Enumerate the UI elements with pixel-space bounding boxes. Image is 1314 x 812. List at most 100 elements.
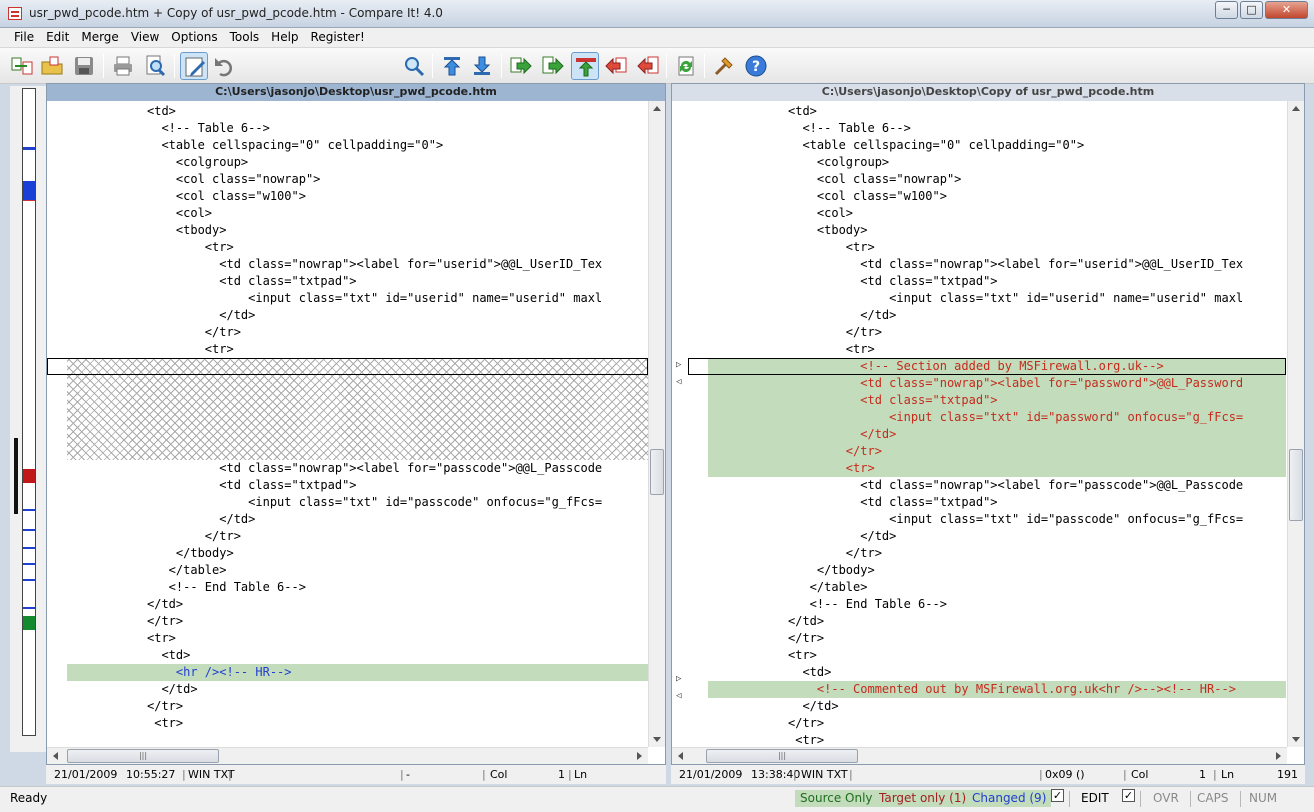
right-code-line[interactable]: <input class="txt" id="password" onfocus… <box>672 409 1286 426</box>
left-code-line[interactable]: </tr> <box>47 698 648 715</box>
menu-options[interactable]: Options <box>165 28 223 44</box>
left-code-line[interactable]: <tr> <box>47 239 648 256</box>
right-code-line[interactable]: <td class="txtpad"> <box>672 494 1286 511</box>
left-code-line[interactable]: </tr> <box>47 324 648 341</box>
left-code-line[interactable] <box>47 426 648 443</box>
right-code-line[interactable]: <td class="txtpad"> <box>672 392 1286 409</box>
left-code-line[interactable]: </td> <box>47 511 648 528</box>
target-only-badge[interactable]: Target only (1) <box>874 790 972 807</box>
menu-merge[interactable]: Merge <box>75 28 124 44</box>
diff-gutter-arrow-icon[interactable]: ◁ <box>676 377 681 387</box>
right-code-line[interactable]: <td class="nowrap"><label for="userid">@… <box>672 256 1286 273</box>
left-code-line[interactable] <box>47 443 648 460</box>
left-code-line[interactable]: <input class="txt" id="userid" name="use… <box>47 290 648 307</box>
difference-overview[interactable] <box>10 86 46 752</box>
right-code-line[interactable]: <td class="nowrap"><label for="password"… <box>672 375 1286 392</box>
menu-tools[interactable]: Tools <box>224 28 266 44</box>
left-code-line[interactable]: <!-- End Table 6--> <box>47 579 648 596</box>
right-hscroll-thumb[interactable]: ||| <box>706 749 858 763</box>
close-button[interactable]: ✕ <box>1265 1 1308 19</box>
right-horizontal-scrollbar[interactable]: ||| <box>672 747 1287 764</box>
refresh-icon[interactable] <box>672 52 700 80</box>
left-code-line[interactable]: <!-- Table 6--> <box>47 120 648 137</box>
find-icon[interactable] <box>400 52 428 80</box>
left-code-line[interactable]: <td> <box>47 647 648 664</box>
print-preview-icon[interactable] <box>141 52 169 80</box>
copy-left-icon[interactable] <box>602 52 630 80</box>
right-code-line[interactable]: <tr> <box>672 460 1286 477</box>
right-code-line[interactable]: <td> <box>672 103 1286 120</box>
left-code-line[interactable]: <hr /><!-- HR--> <box>47 664 648 681</box>
sync-scroll-icon[interactable] <box>571 52 599 80</box>
left-code-line[interactable]: </tr> <box>47 528 648 545</box>
edit-mode-icon[interactable] <box>180 52 208 80</box>
left-code-line[interactable]: </td> <box>47 681 648 698</box>
right-code-line[interactable]: </td> <box>672 528 1286 545</box>
left-code-line[interactable]: </tr> <box>47 613 648 630</box>
menu-view[interactable]: View <box>125 28 165 44</box>
left-code-line[interactable]: <input class="txt" id="passcode" onfocus… <box>47 494 648 511</box>
right-code-line[interactable]: </td> <box>672 613 1286 630</box>
left-code-line[interactable] <box>47 392 648 409</box>
right-code-view[interactable]: <td> <!-- Table 6--> <table cellspacing=… <box>672 101 1286 747</box>
undo-icon[interactable] <box>210 52 238 80</box>
copy-right-all-icon[interactable] <box>539 52 567 80</box>
left-code-line[interactable] <box>47 409 648 426</box>
changed-filter-checkbox[interactable]: ✓ <box>1051 789 1064 802</box>
left-code-line[interactable]: <col class="nowrap"> <box>47 171 648 188</box>
copy-left-all-icon[interactable] <box>634 52 662 80</box>
right-code-line[interactable]: </td> <box>672 698 1286 715</box>
right-code-line[interactable]: <tr> <box>672 732 1286 747</box>
previous-difference-icon[interactable] <box>438 52 466 80</box>
right-code-line[interactable]: </td> <box>672 307 1286 324</box>
diff-gutter-arrow-icon[interactable]: ▷ <box>676 674 681 684</box>
right-code-line[interactable]: <input class="txt" id="userid" name="use… <box>672 290 1286 307</box>
left-code-line[interactable] <box>47 358 648 375</box>
left-code-line[interactable]: </td> <box>47 307 648 324</box>
copy-right-icon[interactable] <box>507 52 535 80</box>
right-code-line[interactable]: <col class="w100"> <box>672 188 1286 205</box>
next-difference-icon[interactable] <box>468 52 496 80</box>
menu-help[interactable]: Help <box>265 28 304 44</box>
right-code-line[interactable]: <input class="txt" id="passcode" onfocus… <box>672 511 1286 528</box>
right-code-line[interactable]: </tr> <box>672 630 1286 647</box>
open-files-icon[interactable] <box>8 52 36 80</box>
right-code-line[interactable]: <tr> <box>672 647 1286 664</box>
left-code-line[interactable]: <td class="txtpad"> <box>47 477 648 494</box>
menu-file[interactable]: File <box>8 28 40 44</box>
right-code-line[interactable]: <!-- End Table 6--> <box>672 596 1286 613</box>
edit-checkbox[interactable]: ✓ <box>1122 789 1135 802</box>
right-code-line[interactable]: </tr> <box>672 443 1286 460</box>
maximize-button[interactable]: □ <box>1240 1 1263 19</box>
left-code-line[interactable]: <tr> <box>47 715 648 732</box>
print-icon[interactable] <box>109 52 137 80</box>
right-code-line[interactable]: <tbody> <box>672 222 1286 239</box>
right-vertical-scrollbar[interactable] <box>1287 101 1304 747</box>
left-code-line[interactable]: <td class="txtpad"> <box>47 273 648 290</box>
right-code-line[interactable]: <td class="nowrap"><label for="passcode"… <box>672 477 1286 494</box>
left-code-line[interactable]: <col> <box>47 205 648 222</box>
left-code-line[interactable]: </td> <box>47 596 648 613</box>
save-icon[interactable] <box>70 52 98 80</box>
help-icon[interactable]: ? <box>742 52 770 80</box>
right-code-line[interactable]: </tr> <box>672 715 1286 732</box>
right-code-line[interactable]: <!-- Commented out by MSFirewall.org.uk<… <box>672 681 1286 698</box>
right-code-line[interactable]: </tbody> <box>672 562 1286 579</box>
right-code-line[interactable]: <col class="nowrap"> <box>672 171 1286 188</box>
left-code-line[interactable]: <td class="nowrap"><label for="passcode"… <box>47 460 648 477</box>
left-code-line[interactable]: <tbody> <box>47 222 648 239</box>
open-folder-icon[interactable] <box>38 52 66 80</box>
diff-gutter-arrow-icon[interactable]: ◁ <box>676 691 681 701</box>
menu-register[interactable]: Register! <box>305 28 371 44</box>
left-hscroll-thumb[interactable]: ||| <box>67 749 219 763</box>
diff-gutter-arrow-icon[interactable]: ▷ <box>676 360 681 370</box>
right-code-line[interactable]: <table cellspacing="0" cellpadding="0"> <box>672 137 1286 154</box>
left-vertical-scrollbar[interactable] <box>648 101 665 747</box>
right-code-line[interactable]: <colgroup> <box>672 154 1286 171</box>
left-horizontal-scrollbar[interactable]: ||| <box>47 747 648 764</box>
source-only-badge[interactable]: Source Only <box>795 790 878 807</box>
left-code-line[interactable]: </table> <box>47 562 648 579</box>
changed-badge[interactable]: Changed (9) <box>967 790 1052 807</box>
right-code-line[interactable]: </tr> <box>672 324 1286 341</box>
right-vscroll-thumb[interactable] <box>1289 449 1303 521</box>
